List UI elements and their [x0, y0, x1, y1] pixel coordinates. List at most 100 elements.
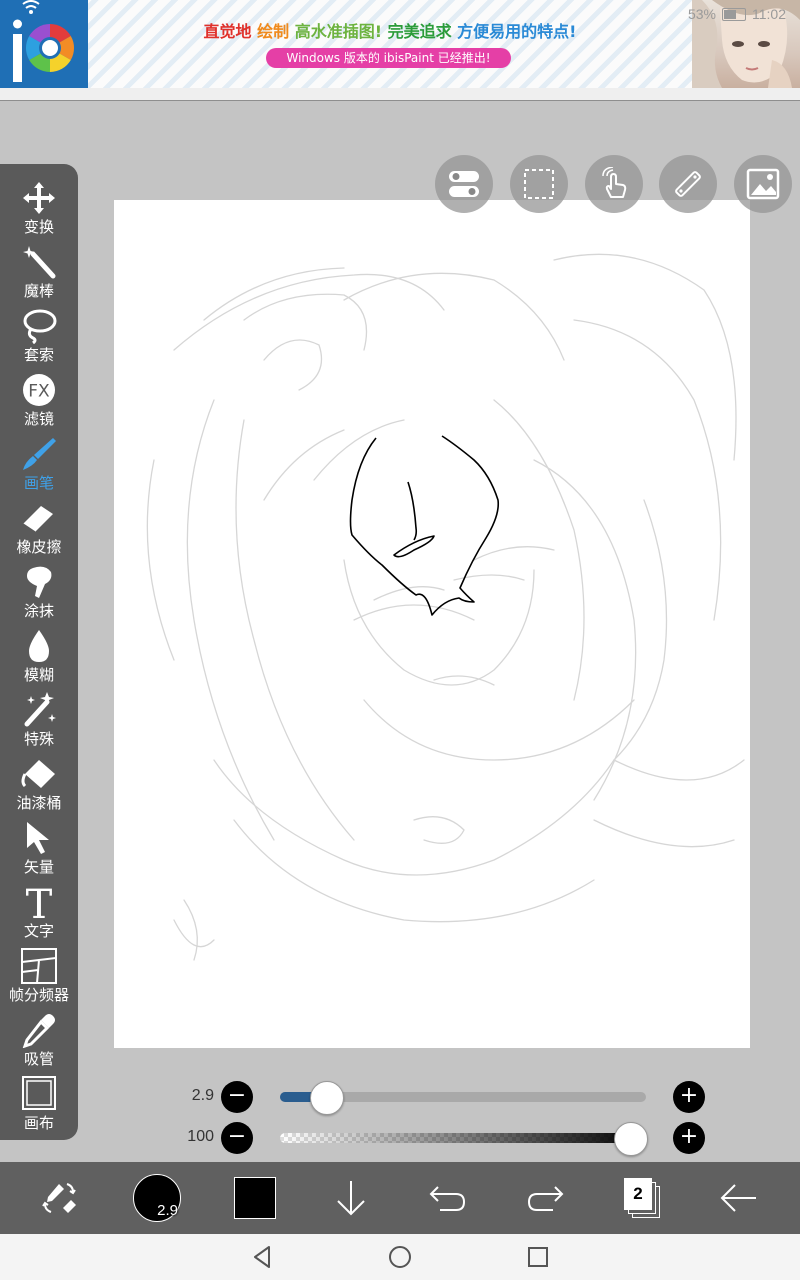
tool-vector[interactable]: 矢量	[0, 818, 78, 882]
drop-icon	[29, 630, 49, 662]
back-button[interactable]	[711, 1170, 767, 1226]
size-plus-button[interactable]: +	[673, 1081, 705, 1113]
bucket-icon	[21, 760, 55, 788]
toggle-panel-button[interactable]	[435, 155, 493, 213]
tool-blur[interactable]: 模糊	[0, 626, 78, 690]
redo-button[interactable]	[517, 1170, 573, 1226]
fx-icon-text: FX	[28, 382, 50, 402]
tool-frame-divider[interactable]: 帧分频器	[0, 946, 78, 1010]
nav-recents-button[interactable]	[523, 1244, 553, 1270]
battery-icon	[722, 7, 746, 21]
touch-gesture-button[interactable]	[585, 155, 643, 213]
battery-percent: 53%	[687, 6, 716, 22]
size-minus-button[interactable]: −	[221, 1081, 253, 1113]
frame-icon	[21, 948, 57, 984]
nav-home-button[interactable]	[385, 1244, 415, 1270]
brush-size-thumb[interactable]	[310, 1081, 345, 1115]
tool-label: 模糊	[23, 666, 54, 684]
swap-tool-icon	[42, 1183, 76, 1213]
touch-icon	[602, 167, 627, 198]
nav-recents-icon	[528, 1247, 548, 1267]
arrow-down-icon	[337, 1181, 365, 1216]
ibispaint-logo	[0, 0, 88, 88]
tool-smudge[interactable]: 涂抹	[0, 562, 78, 626]
tool-label: 变换	[23, 218, 54, 236]
opacity-slider[interactable]	[280, 1122, 648, 1156]
tool-label: 帧分频器	[8, 986, 69, 1004]
text-icon-glyph: T	[26, 884, 53, 920]
ad-headline-part: 方便易用的特点!	[457, 22, 577, 41]
fx-icon: FX	[23, 374, 55, 406]
brush-size-button[interactable]: 2.9	[129, 1170, 185, 1226]
nav-back-button[interactable]	[247, 1244, 277, 1270]
status-bar: 53% 11:02	[688, 6, 786, 22]
ruler-button[interactable]	[659, 155, 717, 213]
ad-headline-part: 高水准插图!	[294, 22, 388, 41]
brush-size-slider-row: 2.9 − +	[150, 1081, 710, 1115]
tool-magic-wand[interactable]: 魔棒	[0, 242, 78, 306]
tool-text[interactable]: T 文字	[0, 882, 78, 946]
tool-eraser[interactable]: 橡皮擦	[0, 498, 78, 562]
tool-palette: 变换 魔棒 套索 FX 滤镜 画笔 橡皮擦 涂抹 模糊 特殊 油漆桶 矢量 T …	[0, 164, 78, 1140]
swap-brush-eraser-button[interactable]	[31, 1170, 87, 1226]
tool-label: 画布	[23, 1114, 54, 1132]
canvas-icon	[22, 1076, 56, 1110]
lasso-icon	[23, 309, 57, 344]
selection-button[interactable]	[510, 155, 568, 213]
opacity-slider-row: 100 − +	[150, 1122, 710, 1156]
ad-windows-pill[interactable]: Windows 版本的 ibisPaint 已经推出!	[266, 48, 511, 68]
drawing-canvas[interactable]	[114, 200, 750, 1048]
toggle-icon	[449, 171, 479, 197]
opacity-thumb[interactable]	[614, 1122, 648, 1156]
color-button[interactable]	[227, 1170, 283, 1226]
tool-label: 特殊	[23, 730, 54, 748]
tool-label: 涂抹	[23, 602, 54, 620]
arrow-left-icon	[720, 1184, 756, 1212]
sketch-artwork	[146, 253, 745, 961]
arrow-icon	[27, 822, 49, 854]
opacity-minus-button[interactable]: −	[221, 1122, 253, 1154]
undo-button[interactable]	[420, 1170, 476, 1226]
opacity-value: 100	[187, 1128, 214, 1145]
ad-banner[interactable]: 直觉地 绘制 高水准插图! 完美追求 方便易用的特点! Windows 版本的 …	[0, 0, 800, 88]
clock: 11:02	[752, 6, 786, 22]
tool-label: 油漆桶	[16, 794, 62, 812]
tool-transform[interactable]: 变换	[0, 178, 78, 242]
image-icon	[746, 168, 780, 200]
tool-label: 魔棒	[23, 282, 54, 300]
brush-size-slider[interactable]	[280, 1081, 646, 1115]
nav-back-icon	[254, 1246, 270, 1268]
smudge-icon	[27, 566, 52, 598]
sparkle-icon	[24, 692, 56, 727]
layers-button[interactable]: 2	[614, 1170, 670, 1226]
tool-fill[interactable]: 油漆桶	[0, 754, 78, 818]
layer-count: 2	[624, 1178, 652, 1210]
bottom-toolbar: 2.9 2	[0, 1162, 800, 1234]
brush-size-label: 2.9	[157, 1202, 178, 1219]
selection-icon	[524, 169, 554, 199]
layers-icon: 2	[624, 1178, 660, 1218]
eyedropper-icon	[22, 1014, 55, 1048]
ad-headline-part: 直觉地	[203, 22, 258, 41]
reference-image-button[interactable]	[734, 155, 792, 213]
ad-headline-part: 完美追求	[387, 22, 458, 41]
move-icon	[23, 182, 55, 214]
magic-wand-icon	[23, 246, 56, 279]
tool-label: 画笔	[23, 474, 54, 492]
tool-label: 吸管	[23, 1050, 54, 1068]
text-icon: T	[26, 884, 53, 920]
brush-preview-icon: 2.9	[133, 1174, 181, 1222]
brush-icon	[23, 438, 56, 470]
tool-brush[interactable]: 画笔	[0, 434, 78, 498]
save-down-button[interactable]	[323, 1170, 379, 1226]
tool-lasso[interactable]: 套索	[0, 306, 78, 370]
opacity-plus-button[interactable]: +	[673, 1122, 705, 1154]
ad-headline-part: 绘制	[257, 22, 295, 41]
ad-divider	[0, 88, 800, 101]
ruler-icon	[675, 171, 701, 197]
tool-canvas[interactable]: 画布	[0, 1074, 78, 1138]
tool-eyedropper[interactable]: 吸管	[0, 1010, 78, 1074]
tool-special[interactable]: 特殊	[0, 690, 78, 754]
tool-filter[interactable]: FX 滤镜	[0, 370, 78, 434]
tool-label: 橡皮擦	[16, 538, 62, 556]
